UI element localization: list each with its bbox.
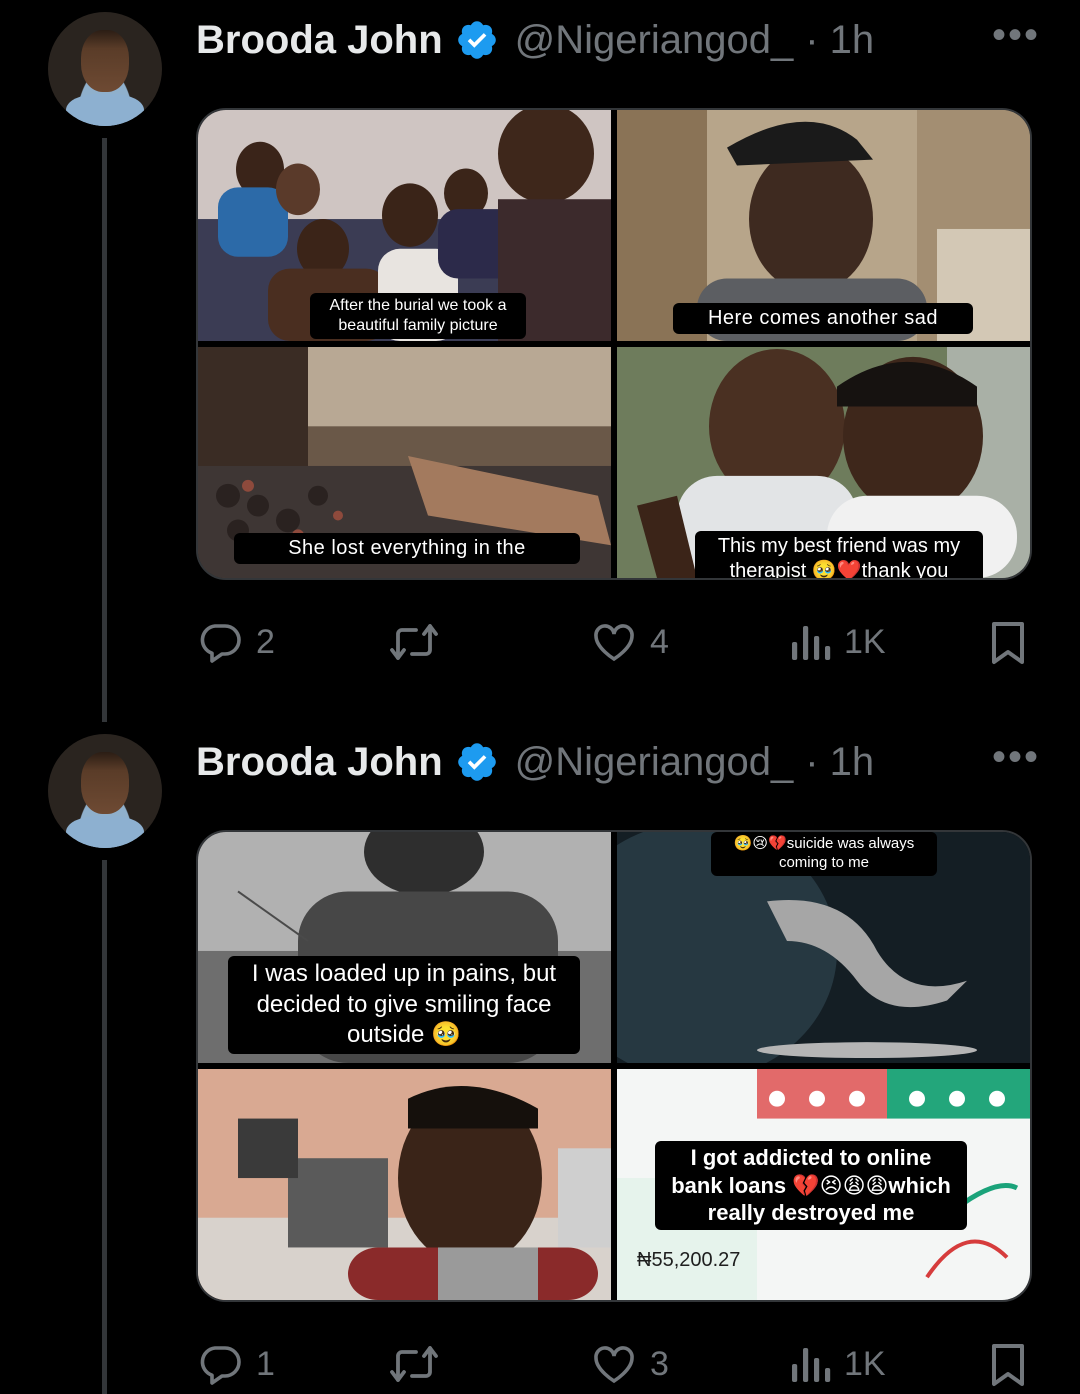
avatar[interactable] [48, 734, 162, 848]
more-options-icon[interactable]: ••• [992, 737, 1040, 777]
media-image-2[interactable]: Here comes another sad [617, 110, 1030, 341]
reply-count: 2 [256, 622, 275, 661]
thread-line [102, 860, 107, 1394]
like-icon [594, 624, 634, 662]
media-image-1[interactable]: After the burial we took a beautiful fam… [198, 110, 611, 341]
media-caption: 🥹😢💔suicide was always coming to me [711, 832, 937, 876]
bookmark-button[interactable] [988, 618, 1028, 666]
retweet-button[interactable] [388, 618, 440, 666]
avatar[interactable] [48, 12, 162, 126]
tweet[interactable]: Brooda John @Nigeriangod_ · 1h ••• I was… [0, 722, 1080, 1394]
views-icon [792, 1348, 831, 1382]
media-image-4[interactable]: I got addicted to online bank loans 💔😣😩😩… [617, 1069, 1030, 1300]
views-icon [792, 626, 831, 660]
like-count: 3 [650, 1344, 669, 1383]
tweet[interactable]: Brooda John @Nigeriangod_ · 1h ••• After… [0, 0, 1080, 722]
like-icon [594, 1346, 634, 1384]
media-image-4[interactable]: This my best friend was my therapist 🥹❤️… [617, 347, 1030, 578]
author-handle[interactable]: @Nigeriangod_ [515, 18, 794, 63]
tweet-actions: 1 3 1K [196, 1334, 1032, 1394]
tweet-header: Brooda John @Nigeriangod_ · 1h ••• [196, 736, 1040, 788]
media-grid: After the burial we took a beautiful fam… [196, 108, 1032, 580]
more-options-icon[interactable]: ••• [992, 15, 1040, 55]
author-name[interactable]: Brooda John [196, 18, 443, 63]
media-grid: I was loaded up in pains, but decided to… [196, 830, 1032, 1302]
verified-badge-icon [457, 743, 496, 781]
reply-icon [200, 624, 241, 663]
reply-button[interactable]: 1 [196, 1340, 275, 1388]
reply-icon [200, 1346, 241, 1385]
thread-line [102, 138, 107, 722]
views-button[interactable]: 1K [788, 1340, 886, 1388]
verified-badge-icon [457, 21, 496, 59]
media-caption: After the burial we took a beautiful fam… [310, 293, 526, 339]
bookmark-icon [992, 622, 1024, 664]
tweet-header: Brooda John @Nigeriangod_ · 1h ••• [196, 14, 1040, 66]
media-caption: Here comes another sad [673, 303, 973, 334]
media-image-3[interactable] [198, 1069, 611, 1300]
retweet-icon [390, 624, 438, 660]
like-button[interactable]: 4 [590, 618, 669, 666]
media-caption: She lost everything in the [234, 533, 580, 564]
media-image-1[interactable]: I was loaded up in pains, but decided to… [198, 832, 611, 1063]
media-caption: I got addicted to online bank loans 💔😣😩😩… [655, 1141, 967, 1230]
media-photo [198, 1069, 611, 1300]
reply-count: 1 [256, 1344, 275, 1383]
views-count: 1K [844, 622, 886, 661]
author-name[interactable]: Brooda John [196, 740, 443, 785]
like-button[interactable]: 3 [590, 1340, 669, 1388]
like-count: 4 [650, 622, 669, 661]
media-caption: I was loaded up in pains, but decided to… [228, 956, 580, 1055]
reply-button[interactable]: 2 [196, 618, 275, 666]
author-handle[interactable]: @Nigeriangod_ [515, 740, 794, 785]
views-button[interactable]: 1K [788, 618, 886, 666]
bookmark-icon [992, 1344, 1024, 1386]
timestamp[interactable]: · 1h [805, 18, 874, 63]
views-count: 1K [844, 1344, 886, 1383]
media-image-2[interactable]: 🥹😢💔suicide was always coming to me [617, 832, 1030, 1063]
retweet-icon [390, 1346, 438, 1382]
timestamp[interactable]: · 1h [805, 740, 874, 785]
retweet-button[interactable] [388, 1340, 440, 1388]
media-caption: This my best friend was my therapist 🥹❤️… [695, 531, 983, 578]
bookmark-button[interactable] [988, 1340, 1028, 1388]
loan-amount: ₦55,200.27 [637, 1249, 741, 1271]
media-image-3[interactable]: She lost everything in the [198, 347, 611, 578]
tweet-actions: 2 4 1K [196, 612, 1032, 672]
